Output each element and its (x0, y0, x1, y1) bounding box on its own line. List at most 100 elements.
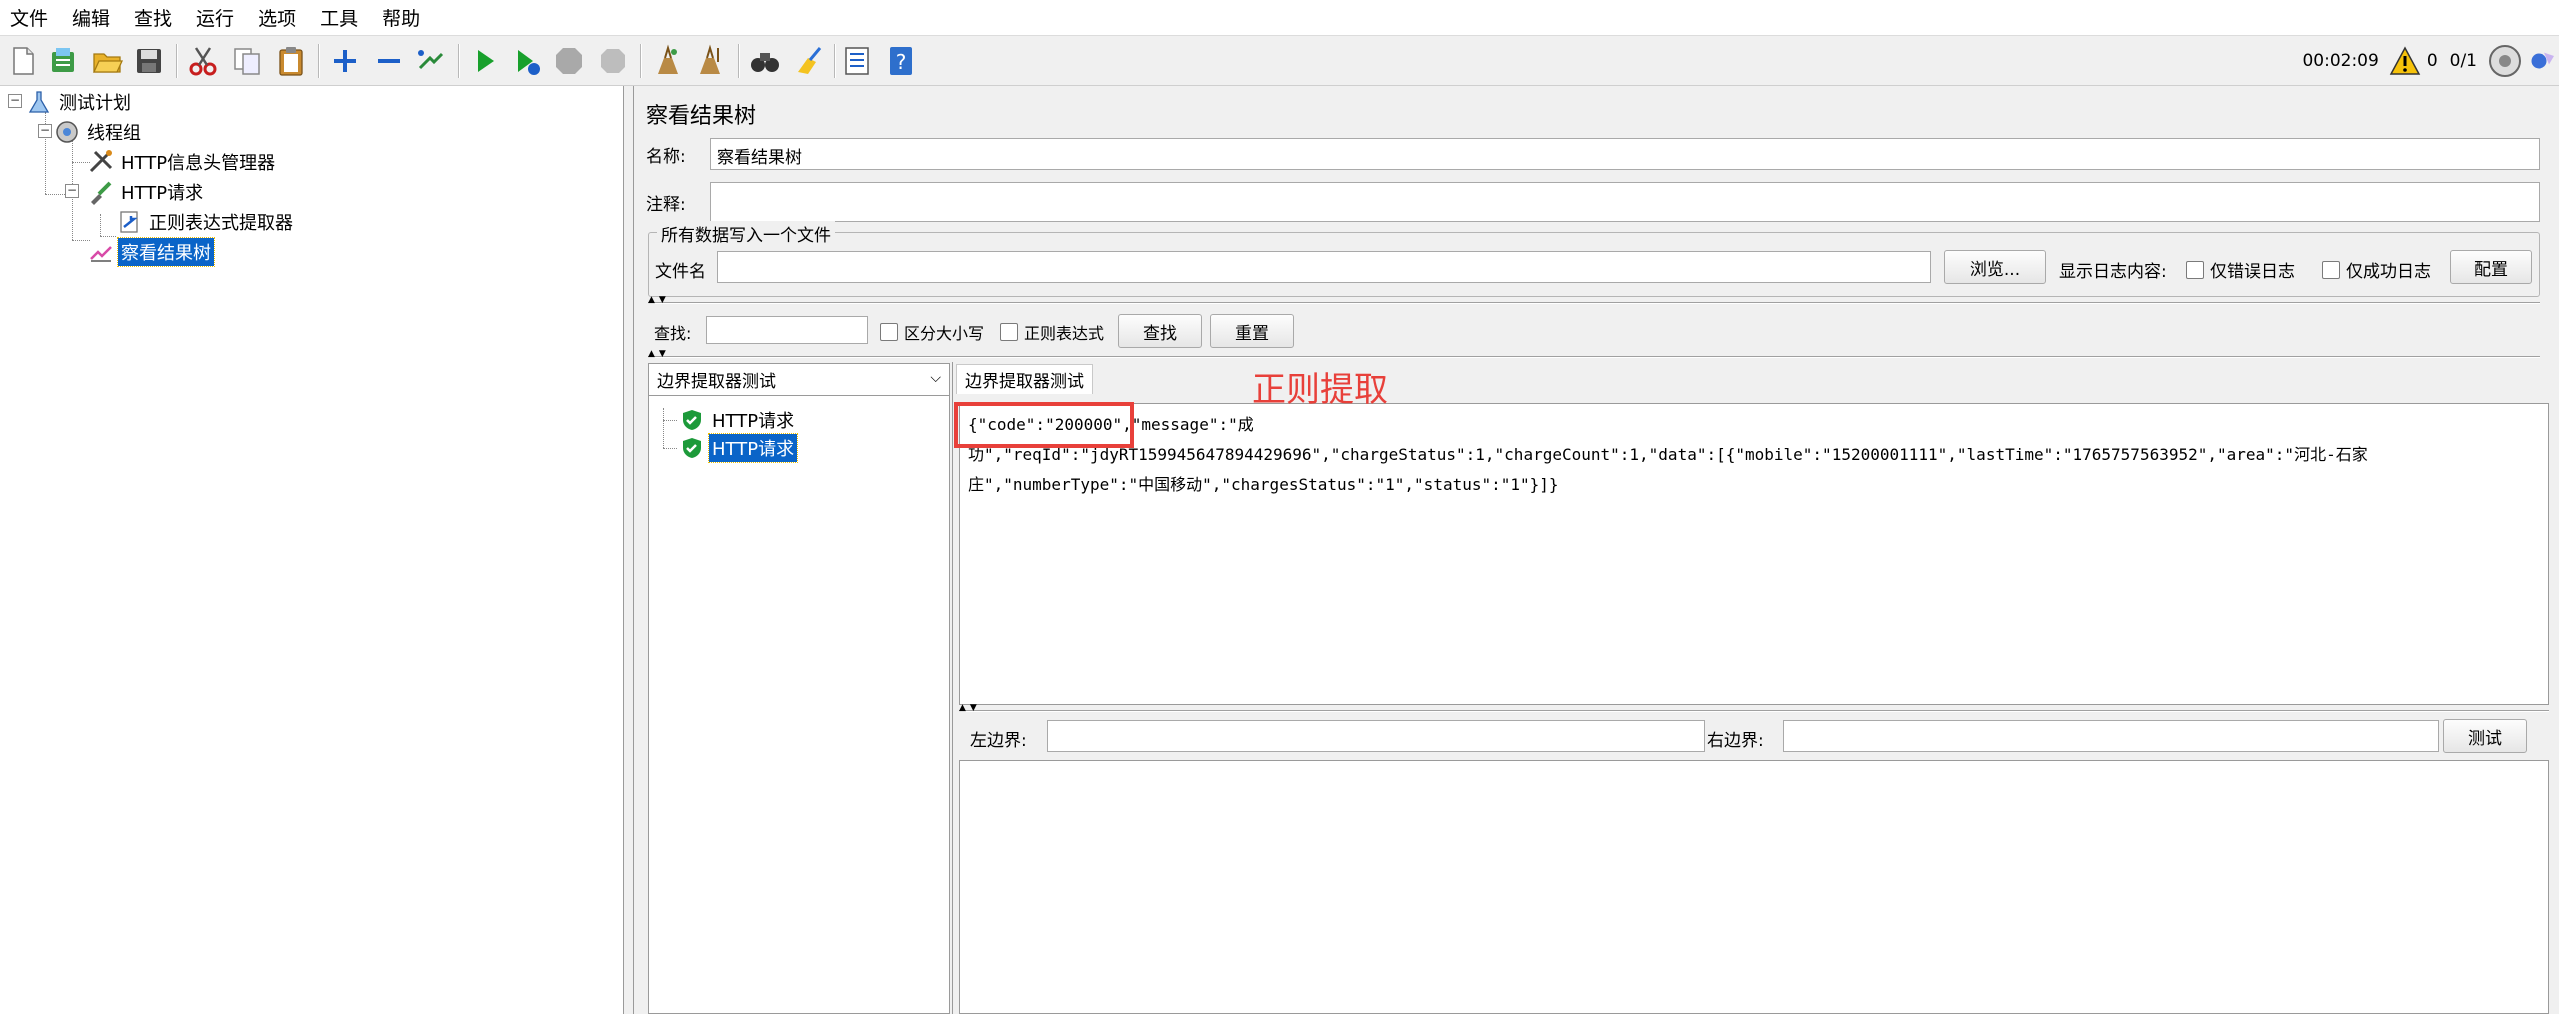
tree-toggle-http-request[interactable]: − (65, 184, 79, 198)
remote-status-icon (2487, 43, 2523, 79)
name-input[interactable]: 察看结果树 (710, 138, 2540, 170)
shutdown-icon[interactable] (594, 42, 632, 80)
tree-label: 线程组 (87, 123, 141, 144)
regex-checkbox[interactable]: 正则表达式 (1000, 320, 1104, 344)
warning-icon[interactable] (2389, 45, 2421, 77)
menu-options[interactable]: 选项 (258, 4, 308, 31)
menu-run[interactable]: 运行 (196, 4, 246, 31)
reset-button[interactable]: 重置 (1210, 314, 1294, 348)
warning-count: 0 (2426, 51, 2438, 71)
tree-toggle-test-plan[interactable]: − (8, 94, 22, 108)
annotation-highlight-box (954, 402, 1134, 448)
errors-only-label: 仅错误日志 (2210, 262, 2295, 282)
divider-arrows[interactable]: ▲▼ (959, 704, 981, 713)
sample-result-list: 边界提取器测试 ⌵ HTTP请求 HTTP请求 (648, 363, 950, 1014)
expand-icon[interactable] (326, 42, 364, 80)
errors-only-checkbox[interactable]: 仅错误日志 (2186, 257, 2295, 282)
clear-icon[interactable] (648, 42, 686, 80)
log-viewer-icon[interactable] (2529, 43, 2559, 79)
search-icon[interactable] (746, 42, 784, 80)
copy-icon[interactable] (228, 42, 266, 80)
success-shield-icon (679, 435, 705, 461)
collapse-icon[interactable] (370, 42, 408, 80)
tree-label: HTTP信息头管理器 (121, 153, 276, 174)
tree-node-http-request[interactable]: HTTP请求 (88, 178, 206, 206)
clear-all-icon[interactable] (692, 42, 730, 80)
comment-label: 注释: (646, 195, 686, 215)
menu-edit[interactable]: 编辑 (72, 4, 122, 31)
right-boundary-input[interactable] (1783, 720, 2439, 752)
reset-search-icon[interactable] (790, 42, 828, 80)
menu-bar: 文件 编辑 查找 运行 选项 工具 帮助 (0, 0, 2559, 36)
menu-file[interactable]: 文件 (10, 4, 60, 31)
search-label: 查找: (654, 324, 692, 343)
regex-label: 正则表达式 (1024, 324, 1105, 343)
panel-title: 察看结果树 (646, 104, 757, 129)
toolbar: ? 00:02:09 0 0/1 (0, 36, 2559, 86)
menu-help[interactable]: 帮助 (382, 4, 432, 31)
log-display-label: 显示日志内容: (2059, 262, 2167, 282)
sample-label: HTTP请求 (712, 411, 795, 432)
header-manager-icon (88, 149, 114, 175)
browse-button[interactable]: 浏览... (1944, 250, 2046, 284)
sample-result-item[interactable]: HTTP请求 (679, 433, 799, 463)
svg-text:?: ? (896, 50, 907, 74)
cut-icon[interactable] (184, 42, 222, 80)
tree-node-regex-extractor[interactable]: 正则表达式提取器 (116, 208, 296, 236)
extractor-result-area[interactable] (959, 760, 2549, 1014)
templates-icon[interactable] (44, 42, 82, 80)
start-icon[interactable] (466, 42, 504, 80)
left-boundary-input[interactable] (1047, 720, 1705, 752)
function-helper-icon[interactable] (838, 42, 876, 80)
success-shield-icon (679, 407, 705, 433)
filename-input[interactable] (717, 251, 1931, 283)
http-sampler-icon (88, 179, 114, 205)
open-icon[interactable] (88, 42, 126, 80)
tree-node-thread-group[interactable]: 线程组 (54, 118, 144, 146)
start-no-pause-icon[interactable] (508, 42, 546, 80)
status-area: 00:02:09 0 0/1 (2296, 36, 2559, 86)
find-button[interactable]: 查找 (1118, 314, 1202, 348)
test-button[interactable]: 测试 (2443, 719, 2527, 753)
save-icon[interactable] (130, 42, 168, 80)
file-group-title: 所有数据写入一个文件 (657, 221, 835, 246)
new-icon[interactable] (4, 42, 42, 80)
test-plan-tree: − − − 测试计划 线程组 HTTP信息头管理器 HTTP请求 正则表达式提取… (0, 86, 624, 1014)
tree-label: 测试计划 (59, 93, 131, 114)
right-boundary-label: 右边界: (1707, 731, 1764, 751)
help-icon[interactable]: ? (882, 42, 920, 80)
toggle-icon[interactable] (412, 42, 450, 80)
name-label: 名称: (646, 147, 686, 167)
search-input[interactable] (706, 316, 868, 344)
tree-node-header-manager[interactable]: HTTP信息头管理器 (88, 148, 278, 176)
stop-icon[interactable] (550, 42, 588, 80)
tree-toggle-thread-group[interactable]: − (38, 124, 52, 138)
divider-arrows[interactable]: ▲▼ (648, 350, 670, 359)
thread-ratio: 0/1 (2449, 51, 2477, 71)
tree-node-result-tree[interactable]: 察看结果树 (88, 237, 215, 267)
renderer-value: 边界提取器测试 (657, 372, 776, 392)
result-splitter[interactable] (952, 362, 958, 1014)
menu-search[interactable]: 查找 (134, 4, 184, 31)
sample-result-item[interactable]: HTTP请求 (679, 406, 797, 434)
paste-icon[interactable] (272, 42, 310, 80)
chevron-down-icon: ⌵ (930, 370, 941, 386)
elapsed-time: 00:02:09 (2302, 51, 2379, 71)
renderer-select[interactable]: 边界提取器测试 ⌵ (649, 364, 949, 396)
tab-boundary-extractor[interactable]: 边界提取器测试 (956, 364, 1093, 394)
configure-button[interactable]: 配置 (2450, 250, 2532, 284)
annotation-label: 正则提取 (1252, 370, 1388, 410)
regex-extractor-icon (116, 209, 142, 235)
thread-group-icon (54, 119, 80, 145)
case-sensitive-checkbox[interactable]: 区分大小写 (880, 320, 984, 344)
response-line: 庄","numberType":"中国移动","chargesStatus":"… (968, 475, 1559, 494)
success-only-checkbox[interactable]: 仅成功日志 (2322, 257, 2431, 282)
pane-splitter[interactable] (624, 86, 634, 1014)
tree-node-test-plan[interactable]: 测试计划 (26, 88, 134, 116)
tree-label: HTTP请求 (121, 183, 204, 204)
comment-input[interactable] (710, 182, 2540, 222)
menu-tools[interactable]: 工具 (320, 4, 370, 31)
response-text[interactable]: {"code":"200000","message":"成 功","reqId"… (959, 403, 2549, 705)
tree-label: 察看结果树 (117, 237, 215, 267)
divider-arrows[interactable]: ▲▼ (648, 296, 670, 305)
